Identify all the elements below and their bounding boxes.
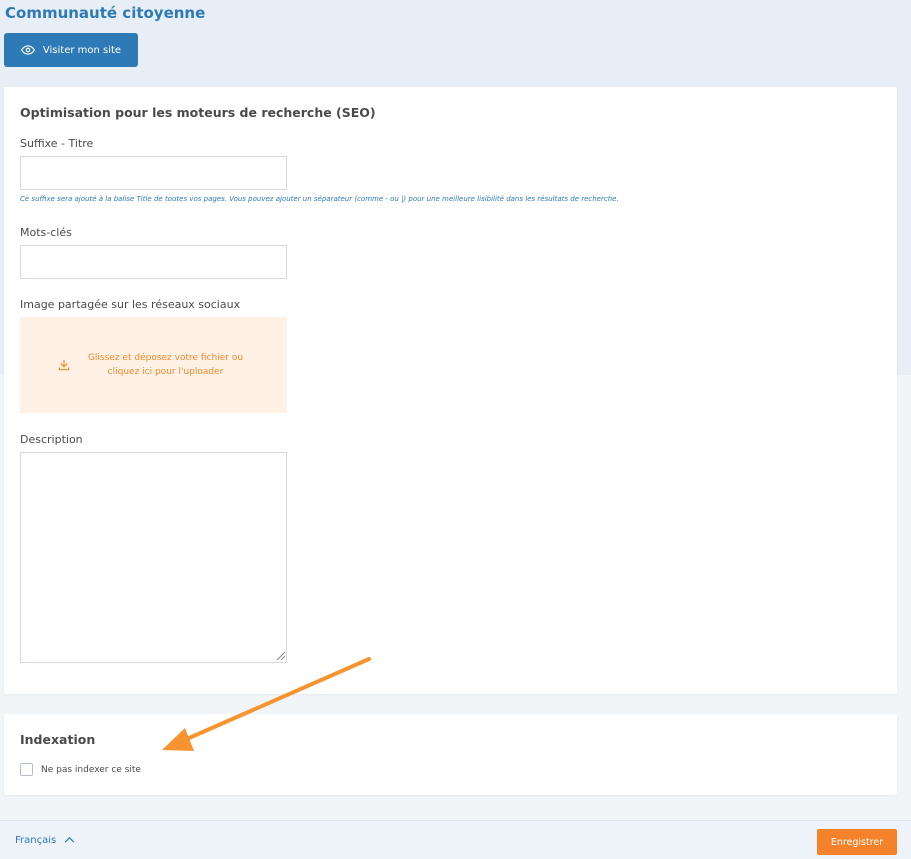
suffix-label: Suffixe - Titre [20, 137, 94, 150]
eye-icon [20, 43, 35, 57]
footer-bar: Français Enregistrer [0, 820, 911, 859]
noindex-label: Ne pas indexer ce site [41, 764, 141, 775]
dropzone-line-1: Glissez et déposez votre fichier ou [87, 353, 244, 363]
social-image-label: Image partagée sur les réseaux sociaux [20, 298, 241, 311]
chevron-up-icon [64, 835, 75, 846]
site-title: Communauté citoyenne [5, 4, 206, 22]
save-button[interactable]: Enregistrer [817, 829, 897, 855]
language-selector[interactable]: Français [15, 835, 75, 846]
keywords-label: Mots-clés [20, 226, 72, 239]
indexation-title: Indexation [20, 732, 96, 747]
suffix-input[interactable] [20, 156, 287, 190]
keywords-input[interactable] [20, 245, 287, 279]
suffix-help-text: Ce suffixe sera ajouté à la balise Title… [20, 195, 619, 203]
noindex-checkbox[interactable] [20, 763, 33, 776]
description-textarea[interactable] [20, 452, 287, 663]
dropzone-line-2: cliquez ici pour l'uploader [107, 367, 224, 377]
image-dropzone[interactable]: Glissez et déposez votre fichier ou cliq… [20, 317, 287, 413]
noindex-row: Ne pas indexer ce site [20, 763, 141, 776]
description-label: Description [20, 433, 83, 446]
seo-card: Optimisation pour les moteurs de recherc… [4, 87, 897, 694]
seo-card-title: Optimisation pour les moteurs de recherc… [20, 105, 376, 120]
dropzone-text: Glissez et déposez votre fichier ou cliq… [81, 351, 251, 379]
indexation-card: Indexation Ne pas indexer ce site [4, 714, 897, 795]
visit-site-button[interactable]: Visiter mon site [4, 33, 138, 67]
visit-site-label: Visiter mon site [42, 44, 122, 56]
resize-grip-icon[interactable] [274, 649, 286, 661]
download-icon [57, 358, 71, 372]
language-label: Français [15, 835, 57, 846]
